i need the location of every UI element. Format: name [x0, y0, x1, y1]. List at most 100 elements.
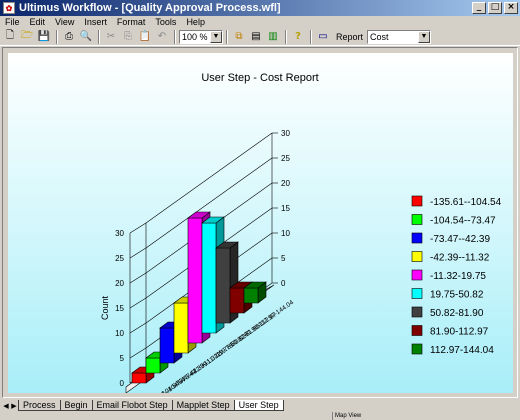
tab-scroll-right-icon[interactable]: ▶ — [10, 401, 18, 411]
y-tick-label-left: 15 — [115, 304, 124, 313]
legend-swatch — [411, 288, 423, 299]
new-file-icon[interactable]: 🗋 — [2, 29, 18, 45]
bar — [201, 222, 217, 334]
menu-edit[interactable]: Edit — [25, 17, 51, 27]
bar — [215, 247, 231, 324]
legend-label: 19.75-50.82 — [430, 290, 484, 301]
report-select[interactable]: Cost ▼ — [367, 29, 432, 44]
zoom-value: 100 % — [182, 31, 208, 42]
y-tick-label-left: 0 — [120, 379, 125, 388]
y-axis-label: Count — [100, 296, 110, 321]
legend-label: 50.82-81.90 — [430, 308, 484, 319]
document-frame: User Step - Cost Report 0 0 5 5 10 10 15 15 20 20… — [2, 47, 518, 398]
app-icon: ✿ — [3, 2, 15, 14]
grid-line — [129, 297, 147, 309]
bar — [145, 357, 161, 374]
tab-begin[interactable]: Begin — [59, 400, 93, 411]
cut-icon[interactable]: ✂ — [103, 29, 119, 45]
legend-swatch — [411, 232, 423, 244]
tab-email-flobot-step[interactable]: Email Flobot Step — [91, 400, 173, 411]
document-icon[interactable]: ▤ — [248, 29, 264, 45]
open-folder-icon[interactable]: 🗁 — [19, 29, 35, 45]
legend-label: -73.47--42.39 — [430, 234, 490, 245]
y-tick-label-left: 25 — [115, 254, 124, 263]
chevron-down-icon[interactable]: ▼ — [418, 30, 431, 43]
legend-swatch — [411, 343, 423, 355]
status-bar: Map View — [0, 412, 520, 420]
menu-help[interactable]: Help — [181, 17, 210, 27]
flowchart-icon[interactable]: ⧉ — [231, 29, 247, 45]
save-icon[interactable]: 💾 — [36, 29, 52, 45]
grid-line — [129, 272, 147, 284]
legend-swatch — [411, 195, 423, 207]
undo-icon[interactable]: ↶ — [154, 29, 170, 45]
minimize-button[interactable]: _ — [472, 2, 486, 14]
legend-label: -104.54--73.47 — [430, 216, 496, 227]
copy-icon[interactable]: ⎘ — [120, 29, 136, 45]
menu-insert[interactable]: Insert — [79, 17, 112, 27]
menu-format[interactable]: Format — [112, 17, 151, 27]
menu-bar: File Edit View Insert Format Tools Help — [0, 16, 520, 28]
legend-label: 112.97-144.04 — [430, 345, 494, 356]
grid-line — [129, 247, 147, 259]
legend-swatch — [411, 269, 423, 281]
x-tick-label: 112.97-144.04 — [257, 299, 295, 329]
bar — [173, 302, 189, 354]
legend-swatch — [411, 251, 423, 262]
legend-label: 81.90-112.97 — [430, 327, 489, 338]
paste-icon[interactable]: 📋 — [137, 29, 153, 45]
y-tick-label-right: 5 — [281, 254, 286, 263]
help-icon[interactable]: ? — [290, 29, 306, 45]
cost-report-chart: User Step - Cost Report 0 0 5 5 10 10 15 15 20 20… — [100, 72, 502, 393]
legend-swatch — [411, 214, 423, 225]
tab-process[interactable]: Process — [18, 400, 61, 411]
app-window: ✿ Ultimus Workflow - [Quality Approval P… — [0, 0, 520, 420]
grid-line — [145, 132, 273, 224]
toolbar-separator — [174, 29, 176, 44]
y-tick-label-left: 20 — [115, 279, 124, 288]
bar-chart-icon[interactable]: ▥ — [265, 29, 281, 45]
legend-swatch — [411, 325, 423, 336]
chevron-down-icon[interactable]: ▼ — [210, 30, 222, 43]
y-tick-label-right: 25 — [281, 154, 290, 163]
legend-swatch — [411, 306, 423, 318]
grid-line — [129, 347, 147, 359]
bar — [243, 287, 259, 304]
y-tick-label-left: 10 — [115, 329, 124, 338]
grid-line — [129, 222, 147, 234]
report-label: Report — [336, 31, 364, 42]
y-tick-label-right: 0 — [281, 279, 286, 288]
bar — [229, 287, 245, 314]
print-preview-icon[interactable]: 🔍 — [78, 29, 94, 45]
y-tick-label-right: 20 — [281, 179, 290, 188]
report-value: Cost — [370, 31, 389, 42]
menu-view[interactable]: View — [50, 17, 79, 27]
window-icon[interactable]: ▭ — [315, 29, 331, 45]
toolbar-separator — [310, 29, 312, 44]
print-icon[interactable]: ⎙ — [61, 29, 77, 45]
bar — [187, 217, 203, 344]
toolbar-separator — [226, 29, 228, 44]
window-title: Ultimus Workflow - [Quality Approval Pro… — [19, 2, 281, 14]
chart-title: User Step - Cost Report — [201, 72, 318, 84]
status-map-view: Map View — [332, 412, 361, 420]
toolbar: 🗋 🗁 💾 ⎙ 🔍 ✂ ⎘ 📋 ↶ 100 % ▼ ⧉ ▤ ▥ ? ▭ Repo… — [0, 28, 520, 46]
close-button[interactable]: × — [504, 2, 518, 14]
tab-mapplet-step[interactable]: Mapplet Step — [171, 400, 235, 411]
tab-scroll-left-icon[interactable]: ◀ — [2, 401, 10, 411]
bar — [131, 372, 147, 384]
menu-tools[interactable]: Tools — [150, 17, 181, 27]
toolbar-separator — [56, 29, 58, 44]
toolbar-separator — [98, 29, 100, 44]
title-bar: ✿ Ultimus Workflow - [Quality Approval P… — [0, 0, 520, 16]
grid-line — [129, 322, 147, 334]
bar — [159, 327, 175, 364]
menu-file[interactable]: File — [0, 17, 25, 27]
legend-label: -11.32-19.75 — [430, 271, 486, 282]
y-tick-label-left: 5 — [120, 354, 125, 363]
legend-label: -42.39--11.32 — [430, 253, 490, 264]
tab-user-step[interactable]: User Step — [233, 400, 284, 411]
zoom-select[interactable]: 100 % ▼ — [179, 29, 223, 44]
y-tick-label-right: 30 — [281, 129, 290, 138]
maximize-button[interactable]: □ — [488, 2, 502, 14]
